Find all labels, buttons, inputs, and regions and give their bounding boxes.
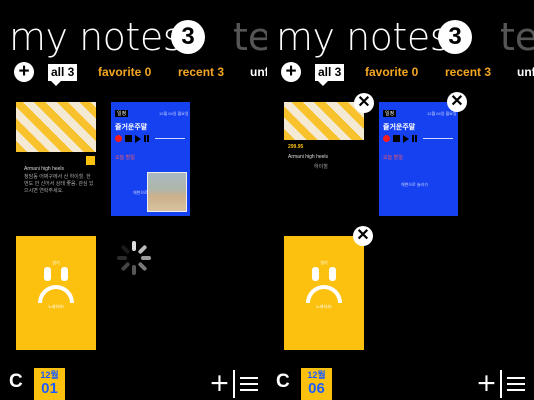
note-title: Armani high heels: [288, 154, 329, 160]
note-footer: 해변으로 놀러가: [401, 182, 428, 187]
progress-line: [423, 138, 453, 139]
calendar-day: 01: [41, 380, 58, 397]
note-footer: 노래하자!: [316, 304, 332, 309]
add-note-button[interactable]: +: [281, 62, 301, 82]
note-tag: 일기: [52, 260, 60, 265]
filter-favorite[interactable]: favorite 0: [98, 65, 151, 79]
note-tag: 일정: [383, 110, 397, 117]
notes-count-badge: 3: [171, 20, 205, 54]
next-pivot-title[interactable]: te: [500, 14, 534, 60]
filter-bar: + all 3 favorite 0 recent 3 unf: [267, 62, 534, 86]
next-pivot-title[interactable]: te: [233, 14, 267, 60]
sync-button[interactable]: C: [276, 371, 290, 393]
beach-photo: [147, 172, 187, 212]
app-bar: C 12월 06 +: [267, 366, 534, 400]
price-tag-icon: [86, 156, 95, 165]
shoe-image: [16, 102, 96, 152]
pause-icon: [412, 135, 417, 142]
notes-count-badge: 3: [438, 20, 472, 54]
filter-next[interactable]: unf: [517, 65, 534, 79]
note-footer: 노래하자!: [48, 304, 64, 309]
stop-icon: [393, 135, 400, 142]
notes-screen-1: my notes 3 te + all 3 favorite 0 recent …: [0, 0, 267, 400]
loading-spinner-icon: [117, 241, 151, 275]
note-sub: 오늘 할일: [383, 155, 403, 161]
note-sub: 하이힐: [314, 164, 328, 170]
note-title: Armani high heels: [24, 166, 65, 172]
sync-button[interactable]: C: [9, 371, 23, 393]
filter-bar: + all 3 favorite 0 recent 3 unf: [0, 62, 267, 86]
close-icon[interactable]: ✕: [447, 92, 467, 112]
app-bar-divider: [500, 370, 502, 398]
note-sub: 오늘 할일: [115, 155, 135, 161]
filter-all[interactable]: all 3: [315, 64, 345, 86]
add-note-button[interactable]: +: [14, 62, 34, 82]
app-bar-divider: [233, 370, 235, 398]
play-icon: [135, 135, 141, 143]
note-title: 즐거운주말: [115, 124, 148, 131]
note-card[interactable]: 일기 노래하자!: [284, 236, 364, 350]
note-date: 12월 04일 월요일: [159, 111, 189, 116]
calendar-button[interactable]: 12월 06: [301, 368, 332, 400]
note-title: 즐거운주말: [383, 124, 416, 131]
page-title: my notes: [9, 15, 183, 59]
note-card[interactable]: 일정 12월 04일 월요일 즐거운주말 오늘 할일 해변으로 놀러가: [111, 102, 190, 216]
filter-favorite[interactable]: favorite 0: [365, 65, 418, 79]
shoe-image: [284, 102, 364, 140]
progress-line: [155, 138, 185, 139]
note-price: 299.95: [288, 144, 304, 150]
filter-next[interactable]: unf: [250, 65, 267, 79]
record-icon: [383, 135, 390, 142]
filter-recent[interactable]: recent 3: [178, 65, 224, 79]
note-card[interactable]: 일정 12월 04일 월요일 즐거운주말 오늘 할일 해변으로 놀러가: [379, 102, 458, 216]
note-date: 12월 04일 월요일: [427, 111, 457, 116]
note-card[interactable]: Armani high heels 청담동 어쩌구에서 산 하이힐. 한번도 안…: [16, 102, 96, 212]
play-icon: [403, 135, 409, 143]
record-icon: [115, 135, 122, 142]
note-card[interactable]: 일기 노래하자!: [16, 236, 96, 350]
media-controls: [115, 135, 151, 143]
stop-icon: [125, 135, 132, 142]
pause-icon: [144, 135, 149, 142]
notes-screen-2-edit-mode: my notes 3 te + all 3 favorite 0 recent …: [267, 0, 534, 400]
new-note-button[interactable]: +: [209, 370, 230, 395]
note-tag: 일정: [115, 110, 129, 117]
filter-recent[interactable]: recent 3: [445, 65, 491, 79]
close-icon[interactable]: ✕: [354, 93, 374, 113]
sad-face-icon: [297, 267, 351, 303]
note-tag: 일기: [320, 260, 328, 265]
sad-face-icon: [29, 267, 83, 303]
hamburger-icon[interactable]: [240, 377, 258, 391]
hamburger-icon[interactable]: [507, 377, 525, 391]
filter-all[interactable]: all 3: [48, 64, 78, 86]
new-note-button[interactable]: +: [476, 370, 497, 395]
media-controls: [383, 135, 419, 143]
note-card[interactable]: 299.95 Armani high heels 하이힐: [284, 102, 364, 214]
page-title: my notes: [276, 15, 450, 59]
calendar-day: 06: [308, 380, 325, 397]
app-bar: C 12월 01 +: [0, 366, 267, 400]
note-body: 청담동 어쩌구에서 산 하이힐. 한번도 안 신어서 상태 좋음. 관심 있으시…: [24, 174, 94, 194]
calendar-button[interactable]: 12월 01: [34, 368, 65, 400]
close-icon[interactable]: ✕: [353, 226, 373, 246]
